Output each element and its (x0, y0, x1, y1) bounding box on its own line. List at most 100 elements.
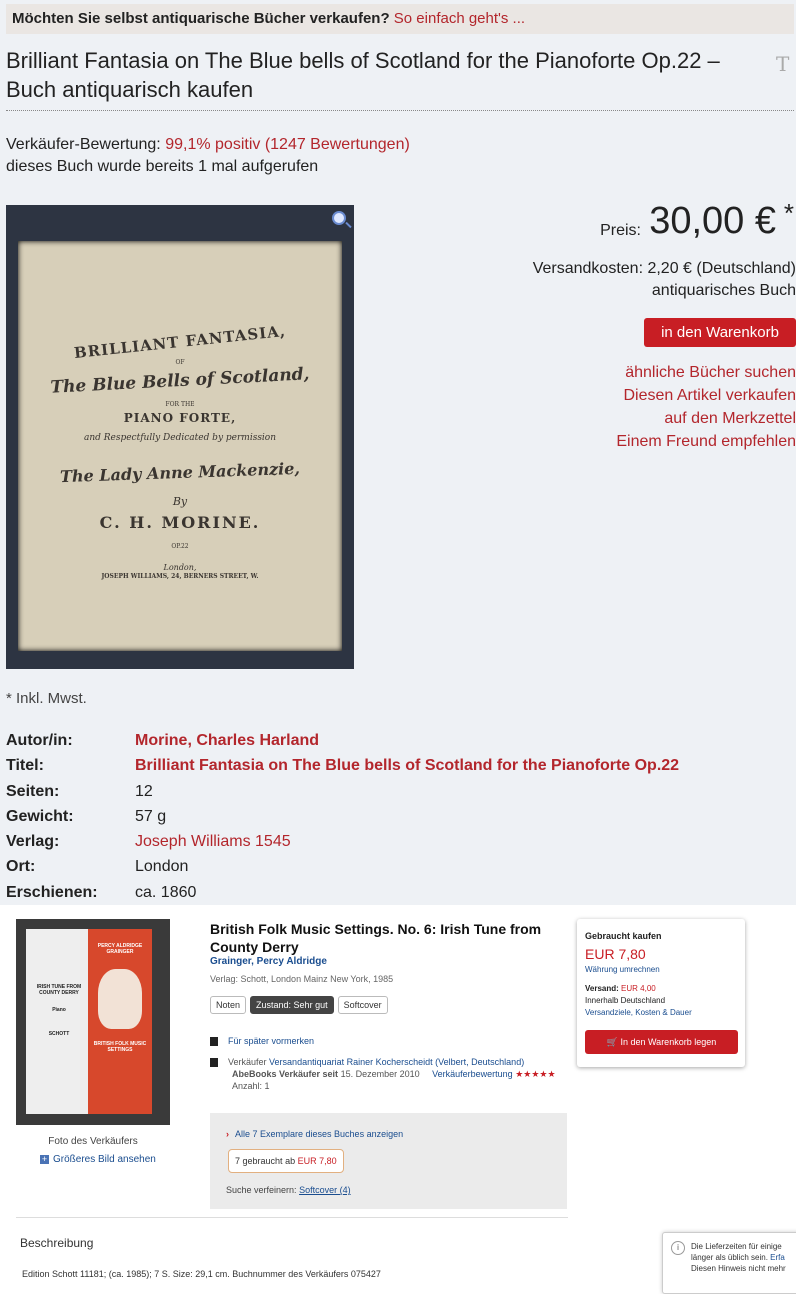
used-from: ab (285, 1156, 296, 1166)
cart-icon: 🛒 (606, 1037, 618, 1047)
more-copies-box: › Alle 7 Exemplare dieses Buches anzeigen… (210, 1113, 567, 1209)
cover-line: OP.22 (171, 543, 189, 550)
seller-rating-link[interactable]: Verkäuferbewertung (432, 1069, 513, 1079)
recommend-link[interactable]: Einem Freund empfehlen (616, 430, 796, 453)
currency-convert-link[interactable]: Währung umrechnen (585, 965, 660, 974)
description-heading: Beschreibung (20, 1236, 94, 1250)
rating-stars: ★★★★★ (515, 1069, 556, 1079)
detail-value: London (135, 858, 189, 876)
rating-value[interactable]: 99,1% positiv (1247 Bewertungen) (165, 136, 410, 153)
seller-link[interactable]: Versandantiquariat Rainer Kocherscheidt … (269, 1057, 524, 1067)
price-label: Preis: (600, 222, 641, 239)
cover-text: PERCY ALDRIDGE GRAINGER (97, 943, 143, 955)
cover-line: JOSEPH WILLIAMS, 24, BERNERS STREET, W. (101, 573, 259, 580)
chevron-right-icon: › (226, 1129, 229, 1139)
cover-text: Piano (52, 1007, 66, 1013)
info-icon: i (671, 1241, 685, 1255)
dismiss-notice-link[interactable]: Diesen Hinweis nicht mehr (691, 1263, 786, 1274)
shipping-label: Versand: (585, 984, 619, 993)
shipping-within: Innerhalb Deutschland (585, 996, 666, 1005)
add-to-basket-button[interactable]: 🛒 In den Warenkorb legen (585, 1030, 738, 1054)
seller-since: 15. Dezember 2010 (340, 1069, 420, 1079)
buy-heading: Gebraucht kaufen (585, 931, 662, 941)
sell-item-link[interactable]: Diesen Artikel verkaufen (616, 384, 796, 407)
cover-line: FOR THE (165, 401, 195, 408)
cover-text: BRITISH FOLK MUSIC SETTINGS (93, 1041, 147, 1053)
cover-line: By (172, 495, 188, 508)
used-count: 7 gebraucht (235, 1156, 283, 1166)
larger-image-label: Größeres Bild ansehen (53, 1154, 156, 1165)
detail-row: Autor/in: Morine, Charles Harland (6, 728, 679, 753)
text-size-icon[interactable]: T (776, 52, 789, 76)
all-copies-link[interactable]: › Alle 7 Exemplare dieses Buches anzeigen (226, 1129, 403, 1139)
all-copies-label: Alle 7 Exemplare dieses Buches anzeigen (235, 1129, 404, 1139)
book-condition: antiquarisches Buch (651, 282, 796, 299)
page-title: Brilliant Fantasia on The Blue bells of … (6, 48, 720, 102)
score-cover: IRISH TUNE FROM COUNTY DERRY Piano SCHOT… (26, 929, 152, 1114)
seller-since-label: AbeBooks Verkäufer seit (232, 1069, 339, 1079)
cover-line: The Blue Bells of Scotland, (49, 364, 310, 398)
detail-key: Autor/in: (6, 732, 73, 749)
price-asterisk: * (783, 198, 794, 228)
store-icon (210, 1058, 218, 1068)
detail-key: Ort: (6, 858, 36, 876)
publisher-link[interactable]: Joseph Williams 1545 (135, 829, 291, 854)
title-link[interactable]: Brilliant Fantasia on The Blue bells of … (135, 753, 679, 778)
detail-key: Verlag: (6, 833, 60, 851)
rating-label: Verkäufer-Bewertung: (6, 136, 161, 153)
similar-books-link[interactable]: ähnliche Bücher suchen (616, 361, 796, 384)
shipping-cost: Versandkosten: 2,20 € (Deutschland) (532, 260, 796, 277)
zoom-icon[interactable] (332, 211, 346, 225)
cover-line: and Respectfully Dedicated by permission (83, 433, 277, 443)
listing-author[interactable]: Grainger, Percy Aldridge (210, 956, 327, 967)
detail-key: Erschienen: (6, 883, 98, 901)
notice-link[interactable]: Erfa (770, 1253, 785, 1262)
detail-key: Gewicht: (6, 807, 74, 825)
seller-info: Verkäufer Versandantiquariat Rainer Koch… (210, 1056, 556, 1092)
detail-value: 57 g (135, 807, 167, 825)
seller-photo[interactable]: IRISH TUNE FROM COUNTY DERRY Piano SCHOT… (16, 919, 170, 1125)
attribute-tags: Noten Zustand: Sehr gut Softcover (210, 996, 388, 1014)
cover-text: SCHOTT (48, 1031, 70, 1037)
shipping-destinations-link[interactable]: Versandziele, Kosten & Dauer (585, 1007, 692, 1019)
sheet-music-cover: BRILLIANT FANTASIA, OF The Blue Bells of… (18, 241, 342, 651)
cover-line: PIANO FORTE, (123, 411, 237, 425)
listing-title[interactable]: British Folk Music Settings. No. 6: Iris… (210, 920, 565, 956)
refine-softcover-link[interactable]: Softcover (4) (299, 1185, 351, 1195)
detail-row: Gewicht: 57 g (6, 804, 679, 829)
detail-row: Seiten: 12 (6, 779, 679, 804)
cover-line: The Lady Anne Mackenzie, (59, 458, 301, 487)
detail-row: Ort: London (6, 854, 679, 879)
shipping-details: Versand: EUR 4,00 Innerhalb Deutschland … (585, 983, 692, 1019)
cover-line: London, (163, 563, 197, 572)
cover-text: IRISH TUNE FROM COUNTY DERRY (36, 984, 82, 996)
buy-price: EUR 7,80 (585, 946, 646, 962)
book-details: Autor/in: Morine, Charles Harland Titel: B… (6, 728, 679, 905)
vat-note: * Inkl. Mwst. (6, 690, 87, 707)
detail-key: Titel: (6, 757, 44, 775)
refine-search: Suche verfeinern: Softcover (4) (226, 1185, 351, 1195)
used-copies-pill[interactable]: 7 gebraucht ab EUR 7,80 (228, 1149, 344, 1173)
delivery-notice: i Die Lieferzeiten für einige länger als… (662, 1232, 796, 1294)
buy-box: Gebraucht kaufen EUR 7,80 Währung umrech… (577, 919, 745, 1067)
notice-line: Die Lieferzeiten für einige (691, 1242, 782, 1251)
photo-caption: Foto des Verkäufers (48, 1136, 138, 1147)
bookmark-label: Für später vormerken (228, 1036, 315, 1046)
price-value: 30,00 € (649, 200, 776, 242)
bookmark-link[interactable]: Für später vormerken (210, 1036, 315, 1047)
shipping-price: EUR 4,00 (621, 984, 656, 993)
refine-label: Suche verfeinern: (226, 1185, 297, 1195)
add-to-basket-label: In den Warenkorb legen (620, 1037, 717, 1047)
book-photo[interactable]: BRILLIANT FANTASIA, OF The Blue Bells of… (6, 205, 354, 669)
detail-value: ca. 1860 (135, 883, 197, 901)
shipping-info: Versandkosten: 2,20 € (Deutschland) anti… (533, 258, 796, 302)
watchlist-link[interactable]: auf den Merkzettel (616, 407, 796, 430)
add-to-cart-button[interactable]: in den Warenkorb (644, 318, 796, 347)
author-link[interactable]: Morine, Charles Harland (135, 728, 319, 753)
cover-line: C. H. MORINE. (99, 513, 261, 532)
banner-link[interactable]: So einfach geht's ... (394, 10, 525, 27)
detail-row: Erschienen: ca. 1860 (6, 880, 679, 905)
quantity: Anzahl: 1 (232, 1081, 270, 1091)
larger-image-link[interactable]: + Größeres Bild ansehen (40, 1154, 156, 1165)
portrait-image (98, 969, 142, 1029)
